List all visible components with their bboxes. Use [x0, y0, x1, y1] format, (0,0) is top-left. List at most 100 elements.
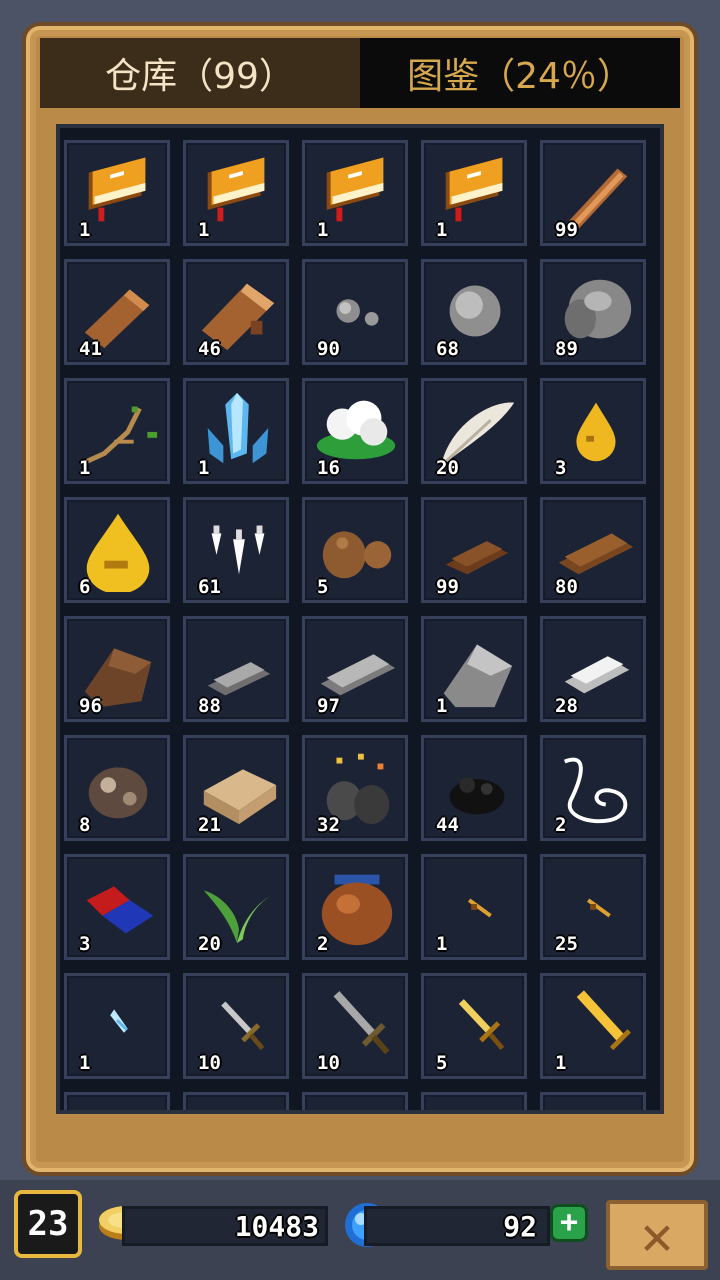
- inventory-slot[interactable]: 25: [540, 854, 646, 960]
- item-count: 28: [555, 695, 578, 717]
- item-count: 8: [79, 814, 91, 836]
- item-count: 5: [436, 1052, 448, 1074]
- gold-amount: 10483: [122, 1206, 328, 1246]
- item-count: 61: [198, 576, 221, 598]
- item-count: 1: [79, 457, 91, 479]
- item-count: 10: [317, 1052, 340, 1074]
- inventory-slot[interactable]: 1: [64, 973, 170, 1079]
- inventory-slot[interactable]: 44: [421, 735, 527, 841]
- item-count: 16: [317, 457, 340, 479]
- item-count: 2: [317, 933, 329, 955]
- inventory-slot[interactable]: 2: [302, 854, 408, 960]
- inventory-slot[interactable]: 99: [421, 497, 527, 603]
- item-count: 97: [317, 695, 340, 717]
- item-count: 1: [555, 1052, 567, 1074]
- close-button[interactable]: ✕: [606, 1200, 708, 1270]
- inventory-slot[interactable]: 1: [183, 378, 289, 484]
- inventory-slot[interactable]: 20: [183, 854, 289, 960]
- item-count: 21: [198, 814, 221, 836]
- inventory-slot[interactable]: 28: [540, 616, 646, 722]
- inventory-slot[interactable]: 96: [64, 616, 170, 722]
- item-count: 1: [436, 933, 448, 955]
- item-count: 96: [79, 695, 102, 717]
- inventory-slot[interactable]: 1: [183, 140, 289, 246]
- tab-warehouse[interactable]: 仓库（99）: [40, 38, 360, 108]
- item-count: 10: [198, 1052, 221, 1074]
- item-count: 25: [555, 933, 578, 955]
- gem-amount: 92: [364, 1206, 550, 1246]
- item-count: 88: [198, 695, 221, 717]
- item-count: 68: [436, 338, 459, 360]
- item-count: 3: [555, 457, 567, 479]
- inventory-slot[interactable]: 1: [302, 140, 408, 246]
- inventory-slot[interactable]: 20: [421, 378, 527, 484]
- item-count: 41: [79, 338, 102, 360]
- inventory-slot[interactable]: 46: [183, 259, 289, 365]
- item-count: 6: [79, 576, 91, 598]
- partial-icon: [313, 1099, 401, 1114]
- inventory-slot[interactable]: [302, 1092, 408, 1114]
- item-count: 3: [79, 933, 91, 955]
- inventory-slot[interactable]: 5: [421, 973, 527, 1079]
- item-count: 20: [198, 933, 221, 955]
- inventory-slot[interactable]: 1: [64, 378, 170, 484]
- item-count: 1: [79, 219, 91, 241]
- inventory-slot[interactable]: 1: [421, 140, 527, 246]
- item-count: 1: [317, 219, 329, 241]
- tab-bar: 仓库（99） 图鉴（24％）: [40, 38, 680, 108]
- item-count: 46: [198, 338, 221, 360]
- inventory-slot[interactable]: 16: [302, 378, 408, 484]
- inventory-slot[interactable]: 3: [64, 854, 170, 960]
- inventory-slot[interactable]: 41: [64, 259, 170, 365]
- partial-icon: [75, 1099, 163, 1114]
- item-count: 90: [317, 338, 340, 360]
- item-count: 99: [555, 219, 578, 241]
- item-count: 99: [436, 576, 459, 598]
- inventory-slot[interactable]: [540, 1092, 646, 1114]
- item-count: 1: [198, 219, 210, 241]
- item-count: 89: [555, 338, 578, 360]
- inventory-slot[interactable]: 21: [183, 735, 289, 841]
- add-gem-button[interactable]: +: [550, 1204, 588, 1242]
- level-badge: 23: [14, 1190, 82, 1258]
- partial-icon: [194, 1099, 282, 1114]
- inventory-slot[interactable]: 32: [302, 735, 408, 841]
- inventory-slot[interactable]: 2: [540, 735, 646, 841]
- status-bar: 23 10483 92 + ✕: [0, 1180, 720, 1280]
- item-count: 20: [436, 457, 459, 479]
- inventory-slot[interactable]: 61: [183, 497, 289, 603]
- inventory-slot[interactable]: 10: [183, 973, 289, 1079]
- inventory-slot[interactable]: [183, 1092, 289, 1114]
- inventory-slot[interactable]: 1: [540, 973, 646, 1079]
- inventory-slot[interactable]: 10: [302, 973, 408, 1079]
- inventory-slot[interactable]: 3: [540, 378, 646, 484]
- inventory-slot[interactable]: 1: [421, 854, 527, 960]
- inventory-slot[interactable]: 1: [421, 616, 527, 722]
- inventory-slot[interactable]: 88: [183, 616, 289, 722]
- inventory-slot[interactable]: 6: [64, 497, 170, 603]
- inventory-slot[interactable]: 97: [302, 616, 408, 722]
- item-count: 2: [555, 814, 567, 836]
- inventory-slot[interactable]: 68: [421, 259, 527, 365]
- inventory-slot[interactable]: 8: [64, 735, 170, 841]
- inventory-slot[interactable]: 99: [540, 140, 646, 246]
- inventory-slot[interactable]: 80: [540, 497, 646, 603]
- item-count: 80: [555, 576, 578, 598]
- inventory-slot[interactable]: 5: [302, 497, 408, 603]
- inventory-slot[interactable]: [421, 1092, 527, 1114]
- partial-icon: [432, 1099, 520, 1114]
- item-count: 1: [436, 219, 448, 241]
- inventory-slot[interactable]: 90: [302, 259, 408, 365]
- item-count: 44: [436, 814, 459, 836]
- inventory-slot[interactable]: 1: [64, 140, 170, 246]
- item-count: 1: [436, 695, 448, 717]
- inventory-panel: 1 1 1 1 99 41 46 90 68 89 1 1 16 20 3 6 61 5 99 80 96 88 97 1 28…: [56, 124, 664, 1114]
- inventory-slot[interactable]: 89: [540, 259, 646, 365]
- item-count: 1: [79, 1052, 91, 1074]
- item-count: 5: [317, 576, 329, 598]
- item-count: 1: [198, 457, 210, 479]
- inventory-slot[interactable]: [64, 1092, 170, 1114]
- item-count: 32: [317, 814, 340, 836]
- partial-icon: [551, 1099, 639, 1114]
- tab-codex[interactable]: 图鉴（24％）: [360, 38, 680, 108]
